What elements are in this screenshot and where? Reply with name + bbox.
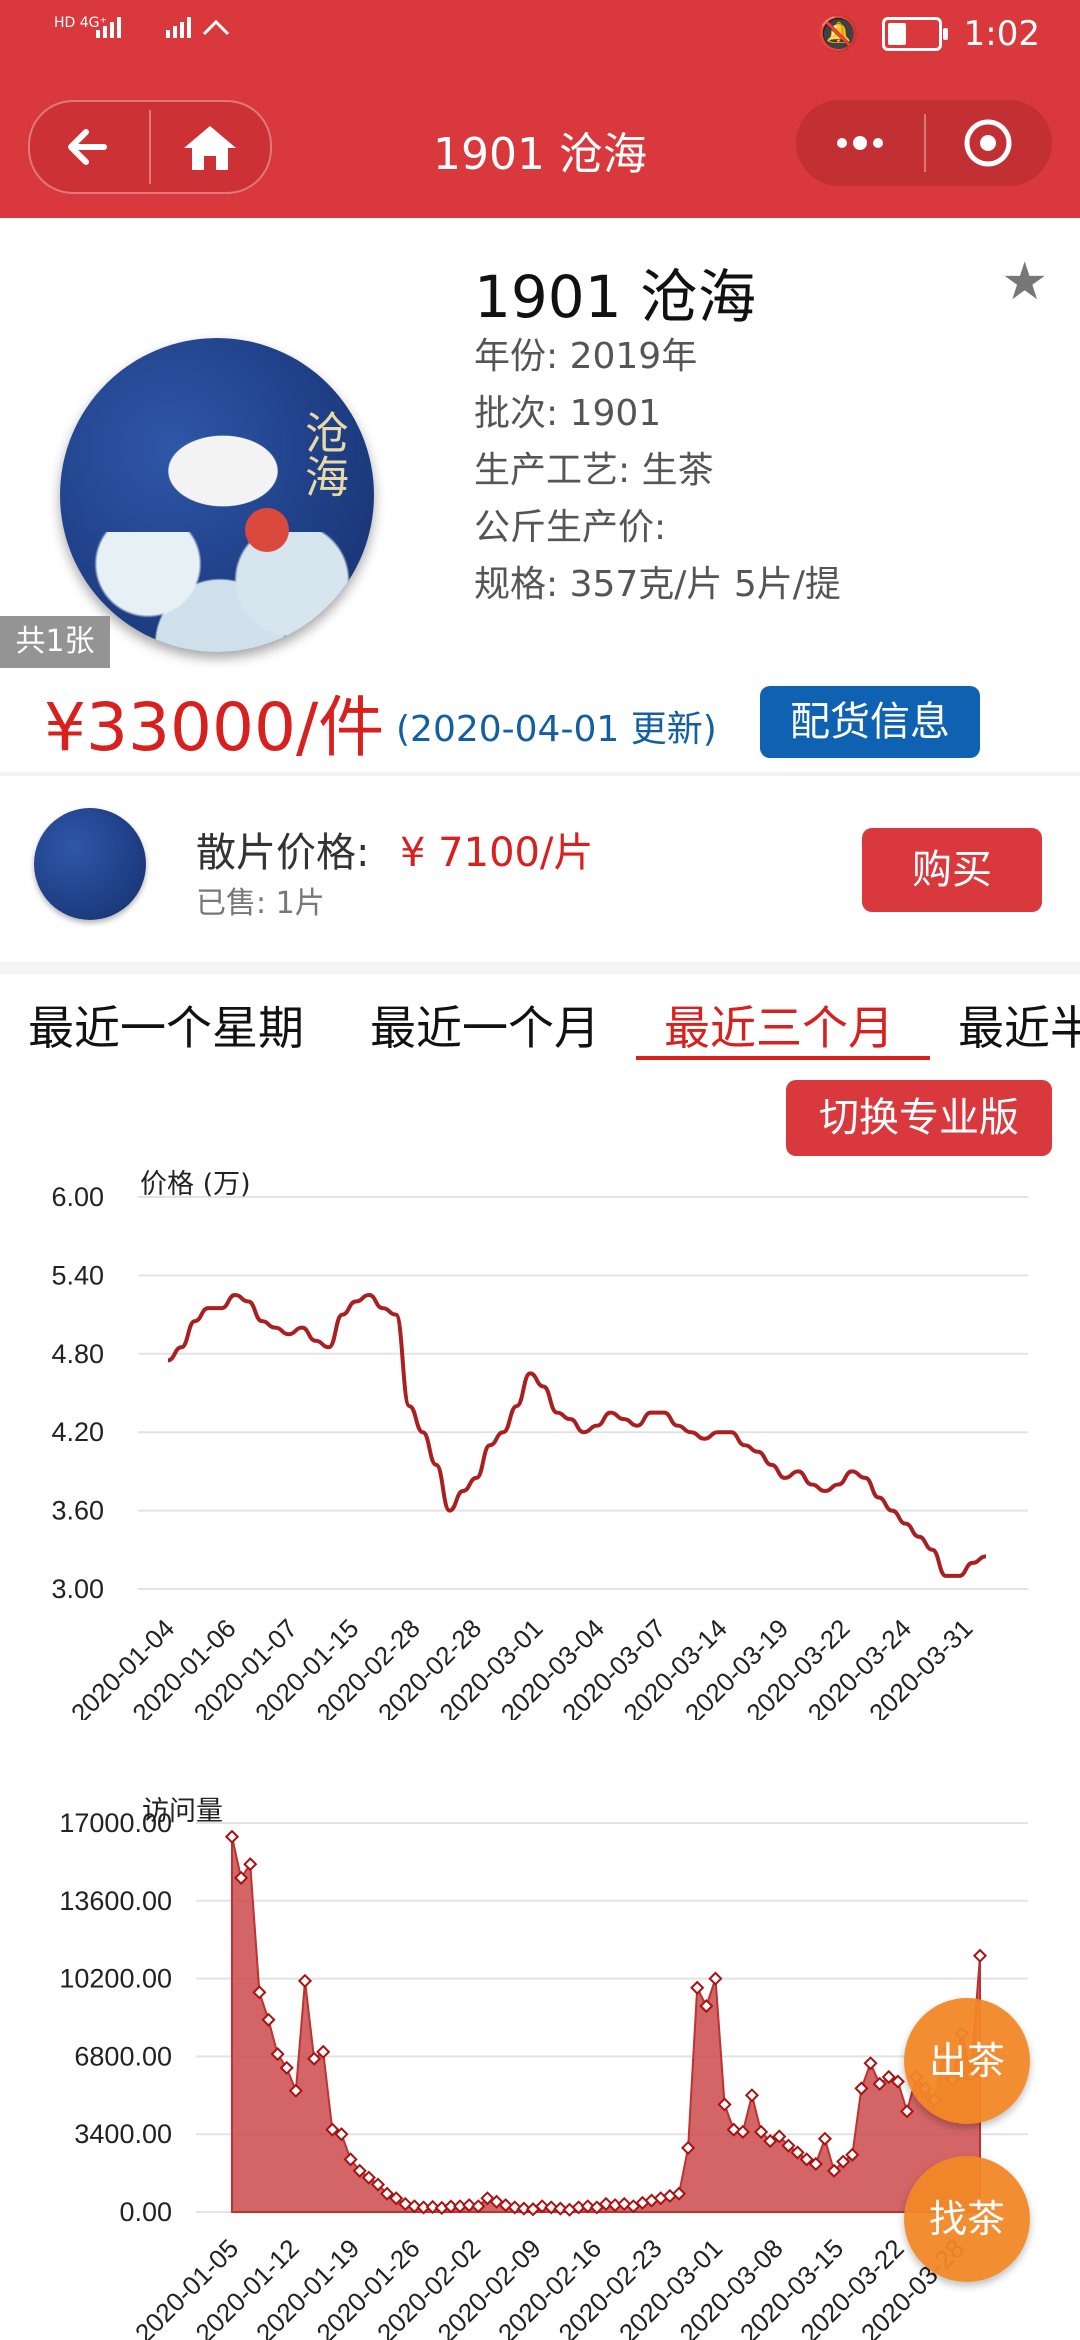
single-thumbnail [34,808,146,920]
tab-last-week[interactable]: 最近一个星期 [28,992,304,1058]
price-update-date: (2020-04-01 更新) [396,709,717,750]
signal-icon-2 [164,14,234,40]
y-tick-label: 0.00 [119,2197,172,2227]
clock: 1:02 [963,14,1040,54]
data-point [297,1973,313,1988]
data-point [744,2088,760,2103]
distribution-info-button[interactable]: 配货信息 [760,686,980,758]
visits-area [231,1836,981,2213]
buy-button[interactable]: 购买 [862,828,1042,912]
y-tick-label: 3.60 [51,1496,104,1526]
single-sold-count: 已售: 1片 [196,886,325,921]
y-tick-label: 6.00 [51,1182,104,1212]
tab-last-month[interactable]: 最近一个月 [370,992,600,1058]
tab-last-three-months[interactable]: 最近三个月 [664,992,894,1058]
find-tea-button[interactable]: 找茶 [904,2156,1030,2282]
product-price: ¥33000/件 [44,689,385,766]
price-chart: 6.005.404.804.203.603.00价格 (万)2020-01-04… [51,1169,1028,1720]
y-tick-label: 3400.00 [74,2119,172,2149]
meta-kg-price: 公斤生产价: [474,507,667,548]
active-tab-underline [636,1056,930,1060]
product-image[interactable]: 沧海 [60,338,374,652]
product-meta: 年份: 2019年 批次: 1901 生产工艺: 生茶 公斤生产价: 规格: 3… [474,328,841,613]
meta-year: 年份: 2019年 [474,336,698,377]
mute-icon: 🔕 [817,14,860,54]
y-axis-label: 访问量 [142,1796,223,1827]
data-point [863,2056,878,2071]
image-text: 沧海 [297,410,348,498]
y-tick-label: 4.80 [51,1339,104,1369]
y-tick-label: 5.40 [51,1260,104,1290]
sell-tea-button[interactable]: 出茶 [904,1998,1030,2124]
price-line [167,1292,987,1578]
period-tabs: 最近一个星期 最近一个月 最近三个月 最近半 [0,974,1080,1064]
y-tick-label: 6800.00 [74,2041,172,2071]
data-point [708,1971,723,1986]
meta-batch: 批次: 1901 [474,393,662,434]
meta-spec: 规格: 357克/片 5片/提 [474,564,841,605]
switch-pro-button[interactable]: 切换专业版 [786,1080,1052,1156]
data-point [224,1829,240,1844]
data-point [690,1980,705,1995]
y-tick-label: 4.20 [51,1417,104,1447]
y-tick-label: 3.00 [51,1574,104,1604]
image-count-badge: 共1张 [0,616,110,668]
y-tick-label: 13600.00 [59,1886,172,1916]
data-point [972,1948,988,1963]
single-price-value: ¥ 7100/片 [400,830,594,876]
y-tick-label: 10200.00 [59,1964,172,1994]
data-point [243,1857,258,1872]
y-axis-label: 价格 (万) [140,1169,251,1200]
status-bar: HD 4G⁺ 🔕 1:02 [0,0,1080,72]
signal-icon [94,14,154,40]
more-icon[interactable] [830,120,894,166]
product-title: 1901 沧海 [474,263,757,331]
meta-process: 生产工艺: 生茶 [474,450,714,491]
single-piece-row: 散片价格: ¥ 7100/片 已售: 1片 购买 [0,776,1080,962]
nav-capsule-right [796,100,1052,186]
status-right: 🔕 1:02 [817,14,1040,54]
close-miniapp-icon[interactable] [956,118,1020,168]
signal-indicators: HD 4G⁺ [54,14,230,38]
top-bar: HD 4G⁺ 🔕 1:02 1901 沧海 [0,0,1080,218]
product-card: 沧海 共1张 1901 沧海 ★ 年份: 2019年 批次: 1901 生产工艺… [0,218,1080,773]
battery-icon [881,17,948,51]
tab-last-half-year[interactable]: 最近半 [958,992,1080,1058]
favorite-star-icon[interactable]: ★ [1001,252,1048,312]
single-price-label: 散片价格: [196,830,370,876]
